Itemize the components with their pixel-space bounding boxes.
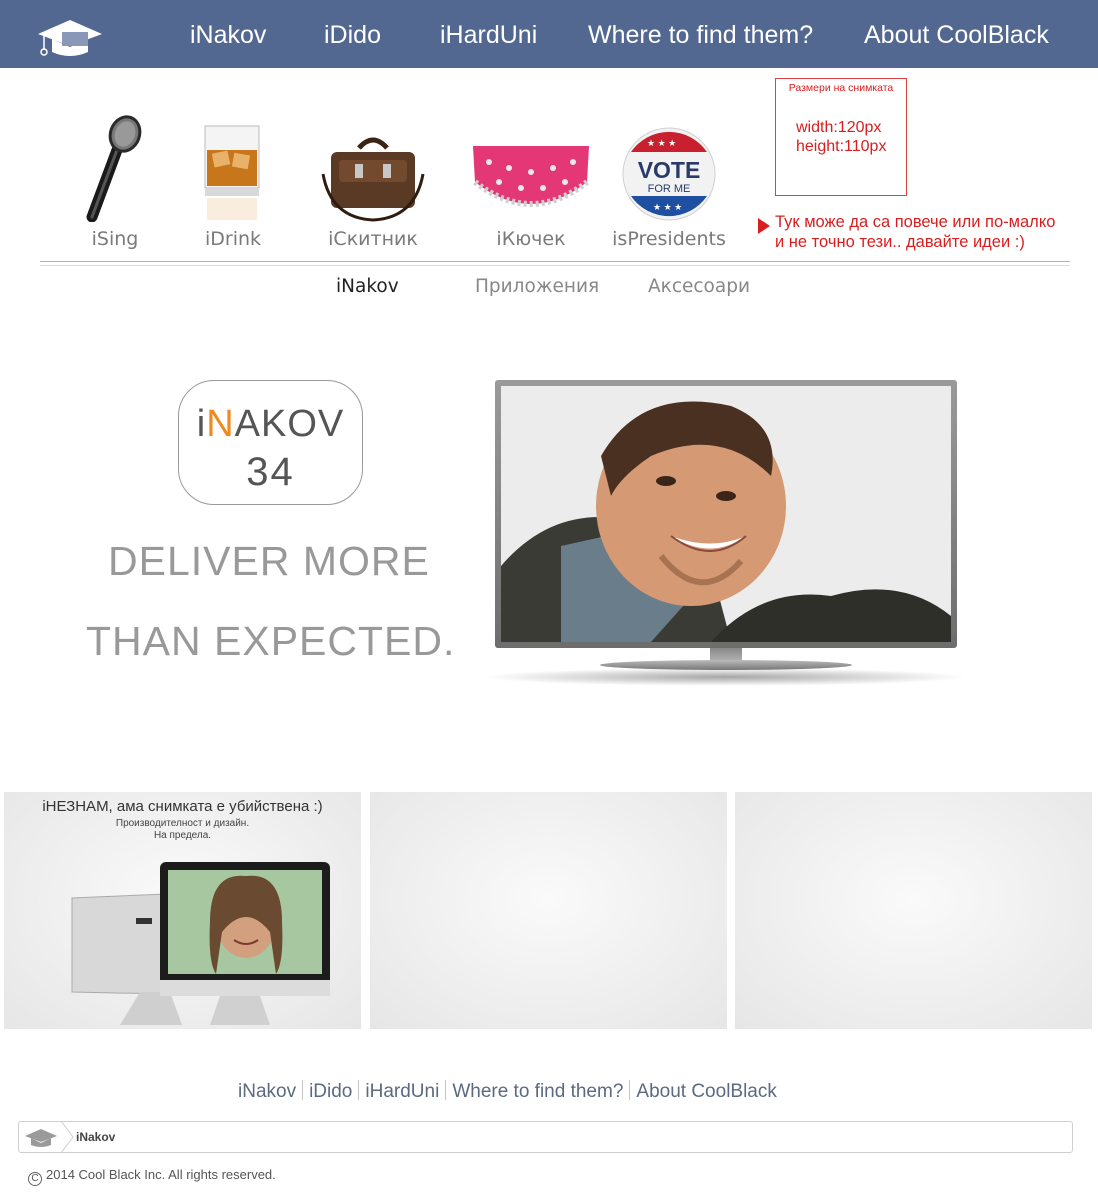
breadcrumb-current[interactable]: iNakov	[76, 1130, 115, 1144]
belly-dance-scarf-icon	[473, 146, 589, 207]
promo-card-2[interactable]	[370, 792, 727, 1029]
chevron-right-icon	[60, 1121, 74, 1153]
size-note-width: width:120px	[796, 119, 882, 136]
card-subtitle-1: Производителност и дизайн.	[115, 818, 250, 829]
product-label: iКючек	[496, 228, 566, 250]
badge-title: iNAKOV	[196, 403, 345, 445]
home-logo-icon[interactable]	[23, 1126, 59, 1148]
for-me-text: FOR ME	[648, 183, 691, 195]
whisky-glass-icon	[204, 125, 260, 220]
nav-where-to-find[interactable]: Where to find them?	[588, 0, 813, 68]
size-note-height: height:110px	[796, 138, 887, 155]
vote-button-icon: ★ ★ ★ ★ ★ ★ VOTE FOR ME	[622, 127, 716, 221]
ideas-note-line2: и не точно тези.. давайте идеи :)	[775, 233, 1025, 251]
divider	[40, 261, 1070, 262]
footer-nav-idido[interactable]: iDido	[309, 1081, 352, 1102]
footer-nav: iNakov iDido iHardUni Where to find them? Ab…	[238, 1080, 777, 1103]
ideas-note: Тук може да са повече или по-малко и не …	[756, 212, 1055, 252]
microphone-icon	[86, 115, 142, 222]
card-subtitle-2: На предела.	[153, 830, 212, 841]
product-label: isPresidents	[612, 228, 726, 250]
top-nav-bar: iNakov iDido iHardUni Where to find them…	[0, 0, 1098, 68]
footer-nav-ihardumi[interactable]: iHardUni	[365, 1081, 439, 1102]
product-ikyuchek[interactable]: iКючек	[466, 112, 596, 250]
nav-ihardumi[interactable]: iHardUni	[440, 0, 537, 68]
nav-idido[interactable]: iDido	[324, 0, 381, 68]
tv-screen-photo	[501, 386, 951, 642]
product-label: iСкитник	[328, 228, 418, 250]
copyright-text: 2014 Cool Black Inc. All rights reserved…	[46, 1167, 276, 1182]
image-size-note: Размери на снимката width:120px height:1…	[775, 78, 907, 196]
divider	[40, 265, 1070, 266]
copyright-icon: C	[28, 1172, 42, 1186]
subnav-inakov[interactable]: iNakov	[336, 276, 399, 297]
footer-nav-about[interactable]: About CoolBlack	[636, 1081, 776, 1102]
ideas-note-line1: Тук може да са повече или по-малко	[775, 213, 1056, 231]
svg-text:★ ★ ★: ★ ★ ★	[647, 138, 676, 148]
vote-text: VOTE	[638, 157, 701, 183]
card-title: iНЕЗНАМ, ама снимката е убийствена :)	[42, 798, 323, 815]
divider	[445, 1080, 447, 1100]
svg-text:★ ★ ★: ★ ★ ★	[653, 202, 682, 212]
size-note-title: Размери на снимката	[788, 82, 894, 94]
badge-number: 34	[246, 450, 295, 494]
tv-stand-base	[600, 660, 852, 670]
tv-frame	[495, 380, 957, 648]
slogan-line2: THAN EXPECTED.	[86, 618, 456, 664]
product-label: iSing	[91, 228, 139, 250]
slogan-line1: DELIVER MORE	[108, 538, 430, 584]
product-ising[interactable]: iSing	[50, 112, 180, 250]
promo-card-3[interactable]	[735, 792, 1092, 1029]
graduation-cap-logo-icon[interactable]	[36, 12, 104, 58]
nav-about-coolblack[interactable]: About CoolBlack	[864, 0, 1049, 68]
divider	[358, 1080, 360, 1100]
leather-bag-icon	[321, 137, 425, 222]
product-iskitnik[interactable]: iСкитник	[308, 112, 438, 250]
product-label: iDrink	[204, 228, 262, 250]
divider	[302, 1080, 304, 1100]
promo-card-1[interactable]: iНЕЗНАМ, ама снимката е убийствена :) Пр…	[4, 792, 361, 1029]
footer-nav-where-to-find[interactable]: Where to find them?	[452, 1081, 623, 1102]
footer-nav-inakov[interactable]: iNakov	[238, 1081, 296, 1102]
inakov-34-badge: iNAKOV 34	[178, 380, 363, 505]
subnav-applications[interactable]: Приложения	[475, 276, 599, 297]
imac-computers-image	[71, 862, 330, 1025]
man-portrait-image	[501, 386, 951, 642]
breadcrumb: iNakov	[18, 1121, 1073, 1153]
product-idrink[interactable]: iDrink	[168, 112, 298, 250]
tv-shadow	[480, 668, 970, 686]
subnav-accessories[interactable]: Аксесоари	[648, 276, 750, 297]
copyright: C 2014 Cool Black Inc. All rights reserve…	[28, 1167, 276, 1186]
nav-inakov[interactable]: iNakov	[190, 0, 266, 68]
product-ispresidents[interactable]: ★ ★ ★ ★ ★ ★ VOTE FOR ME isPresidents	[604, 112, 734, 250]
divider	[629, 1080, 631, 1100]
red-arrow-icon	[758, 218, 770, 234]
